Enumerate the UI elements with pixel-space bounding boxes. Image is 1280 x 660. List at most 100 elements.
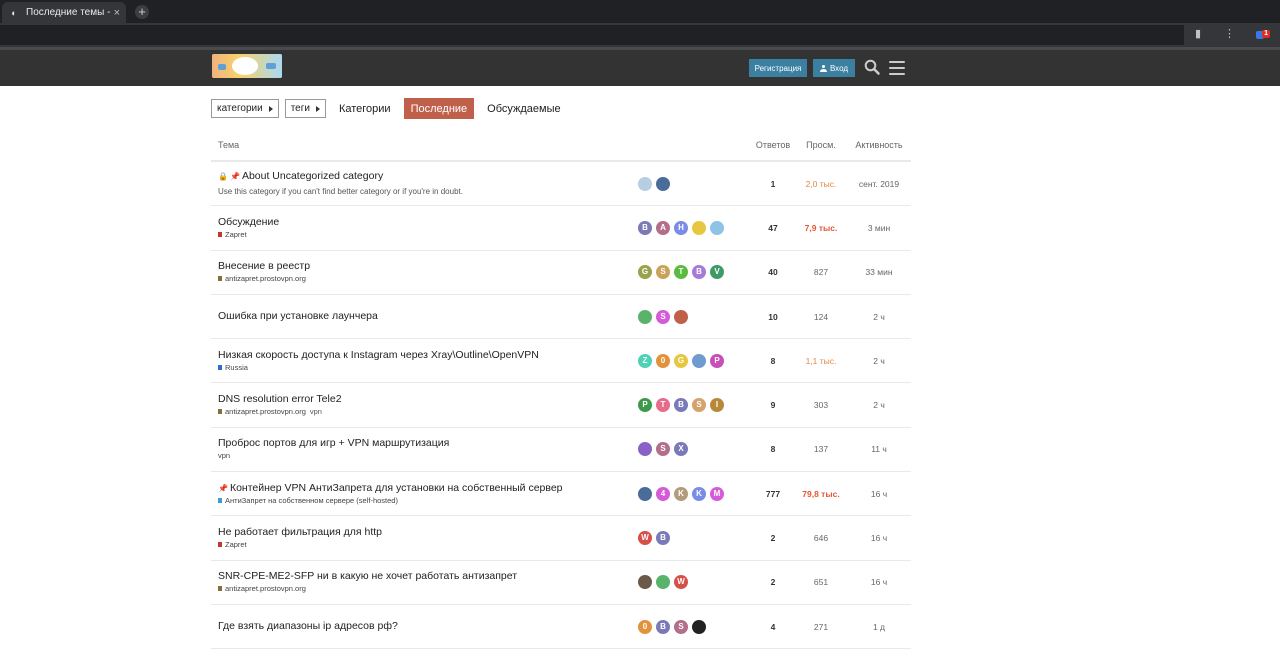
- replies-count[interactable]: 9: [751, 400, 795, 410]
- table-row[interactable]: 📌 Контейнер VPN АнтиЗапрета для установки…: [211, 472, 911, 517]
- nav-top[interactable]: Обсуждаемые: [480, 98, 567, 119]
- activity-time[interactable]: 16 ч: [847, 577, 911, 587]
- table-row[interactable]: 🔒 📌 About Uncategorized category Use this c…: [211, 162, 911, 207]
- topic-title-link[interactable]: 📌 Контейнер VPN АнтиЗапрета для установки…: [218, 482, 638, 495]
- search-icon[interactable]: [864, 59, 880, 75]
- activity-time[interactable]: 33 мин: [847, 267, 911, 277]
- table-row[interactable]: Не работает фильтрация для http Zapret W B 2…: [211, 516, 911, 561]
- avatar-anime-icon[interactable]: [638, 486, 652, 501]
- address-bar[interactable]: [0, 25, 1184, 45]
- topic-title-link[interactable]: Низкая скорость доступа к Instagram чере…: [218, 349, 638, 362]
- header-topic[interactable]: Тема: [211, 140, 638, 150]
- avatar[interactable]: H: [674, 220, 688, 235]
- topic-title-link[interactable]: Обсуждение: [218, 216, 638, 229]
- replies-count[interactable]: 1: [751, 179, 795, 189]
- new-tab-button[interactable]: +: [135, 5, 149, 19]
- avatar-pixel3-icon[interactable]: [638, 309, 652, 324]
- avatar-pixel-icon[interactable]: [692, 220, 706, 235]
- tags-dropdown[interactable]: теги: [284, 99, 326, 118]
- header-views[interactable]: Просм.: [795, 140, 847, 150]
- avatar[interactable]: I: [710, 398, 724, 413]
- avatar-photo-icon[interactable]: [692, 353, 706, 368]
- browser-tab[interactable]: ◖ Последние темы - NTC ×: [2, 2, 126, 23]
- extension-icon[interactable]: 1: [1256, 28, 1270, 40]
- tab-close-icon[interactable]: ×: [114, 7, 120, 19]
- activity-time[interactable]: 2 ч: [847, 400, 911, 410]
- avatar[interactable]: B: [674, 398, 688, 413]
- topic-title-link[interactable]: Проброс портов для игр + VPN маршрутизац…: [218, 437, 638, 450]
- nav-categories[interactable]: Категории: [332, 98, 398, 119]
- category-badge[interactable]: Russia: [225, 362, 248, 373]
- avatar[interactable]: S: [656, 442, 670, 457]
- avatar[interactable]: S: [692, 398, 706, 413]
- avatar[interactable]: 0: [638, 619, 652, 634]
- avatar[interactable]: W: [674, 575, 688, 590]
- replies-count[interactable]: 8: [751, 356, 795, 366]
- avatar[interactable]: W: [638, 531, 652, 546]
- kebab-menu-icon[interactable]: ⋮: [1224, 27, 1235, 40]
- avatar[interactable]: G: [674, 353, 688, 368]
- header-activity[interactable]: Активность: [847, 140, 911, 150]
- avatar[interactable]: V: [710, 265, 724, 280]
- avatar[interactable]: M: [710, 486, 724, 501]
- avatar[interactable]: A: [656, 220, 670, 235]
- login-button[interactable]: Вход: [813, 59, 855, 77]
- topic-title-link[interactable]: DNS resolution error Tele2: [218, 393, 638, 406]
- avatar[interactable]: B: [692, 265, 706, 280]
- avatar-dark-icon[interactable]: [692, 619, 706, 634]
- avatar[interactable]: P: [710, 353, 724, 368]
- activity-time[interactable]: 16 ч: [847, 533, 911, 543]
- table-row[interactable]: SNR-CPE-ME2-SFP ни в какую не хочет рабо…: [211, 561, 911, 605]
- avatar[interactable]: B: [656, 531, 670, 546]
- avatar-pixel5-icon[interactable]: [656, 575, 670, 590]
- site-logo[interactable]: [212, 54, 282, 78]
- activity-time[interactable]: сент. 2019: [847, 179, 911, 189]
- avatar[interactable]: 4: [656, 486, 670, 501]
- replies-count[interactable]: 2: [751, 533, 795, 543]
- replies-count[interactable]: 8: [751, 444, 795, 454]
- table-row[interactable]: Ошибка при установке лаунчера S 10 124 2 ч: [211, 295, 911, 340]
- register-button[interactable]: Регистрация: [749, 59, 807, 77]
- activity-time[interactable]: 3 мин: [847, 223, 911, 233]
- activity-time[interactable]: 2 ч: [847, 312, 911, 322]
- avatar-box-icon[interactable]: [674, 309, 688, 324]
- avatar[interactable]: S: [674, 619, 688, 634]
- avatar[interactable]: 0: [656, 353, 670, 368]
- topic-title-link[interactable]: Не работает фильтрация для http: [218, 526, 638, 539]
- avatar-sketch-icon[interactable]: [638, 176, 652, 191]
- category-badge[interactable]: Zapret: [225, 229, 247, 240]
- replies-count[interactable]: 777: [751, 489, 795, 499]
- avatar-pixel4-icon[interactable]: [638, 442, 652, 457]
- table-row[interactable]: Где взять диапазоны ip адресов рф? 0 B S 4 27…: [211, 605, 911, 650]
- replies-count[interactable]: 47: [751, 223, 795, 233]
- topic-title-link[interactable]: 🔒 📌 About Uncategorized category: [218, 170, 638, 183]
- nav-latest[interactable]: Последние: [403, 98, 475, 119]
- table-row[interactable]: Внесение в реестр antizapret.prostovpn.or…: [211, 251, 911, 295]
- avatar[interactable]: P: [638, 398, 652, 413]
- tag-link[interactable]: vpn: [310, 406, 322, 417]
- table-row[interactable]: Низкая скорость доступа к Instagram чере…: [211, 339, 911, 384]
- category-badge[interactable]: Zapret: [225, 539, 247, 550]
- replies-count[interactable]: 4: [751, 622, 795, 632]
- avatar-photo2-icon[interactable]: [638, 575, 652, 590]
- activity-time[interactable]: 16 ч: [847, 489, 911, 499]
- avatar-anime-icon[interactable]: [656, 176, 670, 191]
- topic-title-link[interactable]: Ошибка при установке лаунчера: [218, 310, 638, 323]
- avatar[interactable]: B: [638, 220, 652, 235]
- category-badge[interactable]: antizapret.prostovpn.org: [225, 273, 306, 284]
- avatar[interactable]: S: [656, 309, 670, 324]
- avatar[interactable]: X: [674, 442, 688, 457]
- avatar[interactable]: T: [656, 398, 670, 413]
- bookmark-icon[interactable]: ▮: [1195, 27, 1201, 40]
- topic-title-link[interactable]: Внесение в реестр: [218, 260, 638, 273]
- avatar[interactable]: B: [656, 619, 670, 634]
- avatar[interactable]: G: [638, 265, 652, 280]
- table-row[interactable]: Обсуждение Zapret B A H 47 7,9 тыс. 3 мин: [211, 206, 911, 251]
- activity-time[interactable]: 1 д: [847, 622, 911, 632]
- hamburger-menu-icon[interactable]: [889, 61, 905, 75]
- category-badge[interactable]: antizapret.prostovpn.org: [225, 583, 306, 594]
- activity-time[interactable]: 11 ч: [847, 444, 911, 454]
- avatar[interactable]: K: [674, 486, 688, 501]
- categories-dropdown[interactable]: категории: [211, 99, 279, 118]
- category-badge[interactable]: АнтиЗапрет на собственном сервере (self-…: [225, 495, 398, 506]
